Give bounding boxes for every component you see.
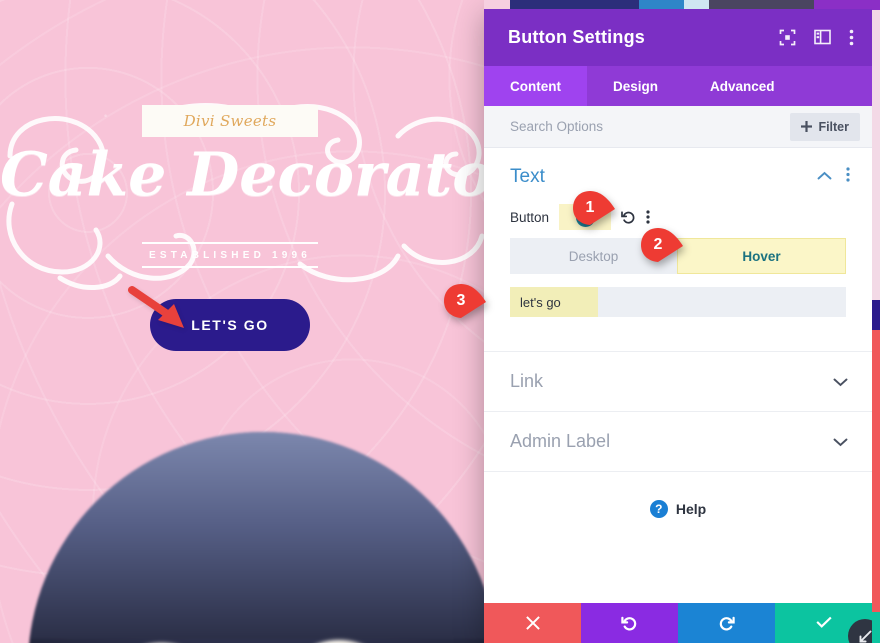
filter-button[interactable]: Filter bbox=[790, 112, 860, 141]
undo-icon bbox=[621, 616, 637, 631]
accordion-admin-label-label: Admin Label bbox=[510, 431, 611, 451]
modal-header-actions bbox=[779, 29, 854, 46]
modal-footer bbox=[484, 603, 872, 643]
callout-marker-3-number: 3 bbox=[456, 292, 466, 309]
modal-header: Button Settings bbox=[484, 8, 872, 66]
site-logo-text: Divi Sweets bbox=[183, 112, 277, 130]
accordion-link[interactable]: Link bbox=[484, 352, 872, 412]
callout-marker-3: 3 bbox=[443, 283, 487, 327]
close-icon bbox=[525, 616, 540, 630]
redo-icon bbox=[719, 616, 735, 631]
search-input[interactable] bbox=[510, 119, 791, 134]
modal-body: Text Button Desktop Hover let's go Link … bbox=[484, 148, 872, 603]
cake-frosting bbox=[28, 611, 498, 643]
cake-photo bbox=[28, 432, 498, 643]
accordion-link-label: Link bbox=[510, 371, 544, 391]
page-title: Cake Decorator bbox=[0, 140, 524, 210]
accordion-group: Link Admin Label bbox=[484, 351, 872, 472]
filter-button-label: Filter bbox=[818, 119, 849, 134]
section-more-vertical-icon[interactable] bbox=[846, 167, 850, 187]
accordion-admin-label[interactable]: Admin Label bbox=[484, 412, 872, 472]
button-text-value: let's go bbox=[510, 287, 598, 317]
tab-advanced[interactable]: Advanced bbox=[684, 66, 801, 106]
callout-marker-1-number: 1 bbox=[585, 199, 595, 216]
section-title: Text bbox=[510, 166, 545, 187]
screenshot-root: Divi Sweets Cake Decorator ESTABLISHED 1… bbox=[0, 0, 880, 643]
annotation-arrow-cta bbox=[128, 286, 184, 328]
question-circle-icon: ? bbox=[649, 500, 668, 518]
discard-button[interactable] bbox=[484, 603, 581, 643]
modal-tabs: Content Design Advanced bbox=[484, 66, 872, 106]
expand-icon[interactable] bbox=[779, 29, 796, 46]
panel-layout-icon[interactable] bbox=[814, 29, 831, 45]
page-top-edge bbox=[484, 0, 880, 9]
text-section-header: Text bbox=[484, 148, 872, 198]
callout-marker-2-number: 2 bbox=[653, 236, 663, 253]
section-controls bbox=[817, 167, 850, 187]
callout-marker-2: 2 bbox=[640, 227, 684, 271]
help-label: Help bbox=[675, 501, 707, 517]
undo-button[interactable] bbox=[581, 603, 678, 643]
tab-content[interactable]: Content bbox=[484, 66, 587, 106]
callout-marker-1: 1 bbox=[572, 190, 616, 234]
button-field-label: Button bbox=[510, 209, 550, 225]
chevron-down-icon bbox=[833, 437, 848, 447]
cake-photo-top bbox=[28, 432, 498, 639]
search-bar: Filter bbox=[484, 106, 872, 148]
button-text-input[interactable]: let's go bbox=[510, 287, 846, 317]
check-icon bbox=[815, 616, 832, 628]
help-row[interactable]: ? Help bbox=[484, 472, 872, 546]
chevron-down-icon bbox=[833, 377, 848, 387]
field-more-vertical-icon[interactable] bbox=[646, 210, 650, 224]
chevron-up-icon[interactable] bbox=[817, 168, 832, 186]
established-label: ESTABLISHED 1996 bbox=[142, 242, 318, 268]
site-logo: Divi Sweets bbox=[142, 105, 318, 137]
plus-icon bbox=[801, 121, 813, 132]
mode-tab-hover[interactable]: Hover bbox=[677, 238, 846, 274]
tab-design[interactable]: Design bbox=[587, 66, 684, 106]
modal-title: Button Settings bbox=[508, 26, 645, 47]
button-settings-modal: Button Settings Content Design Advanced … bbox=[484, 8, 872, 643]
page-right-edge bbox=[872, 0, 880, 643]
reset-icon[interactable] bbox=[621, 210, 636, 225]
redo-button[interactable] bbox=[678, 603, 775, 643]
more-vertical-icon[interactable] bbox=[849, 29, 854, 46]
